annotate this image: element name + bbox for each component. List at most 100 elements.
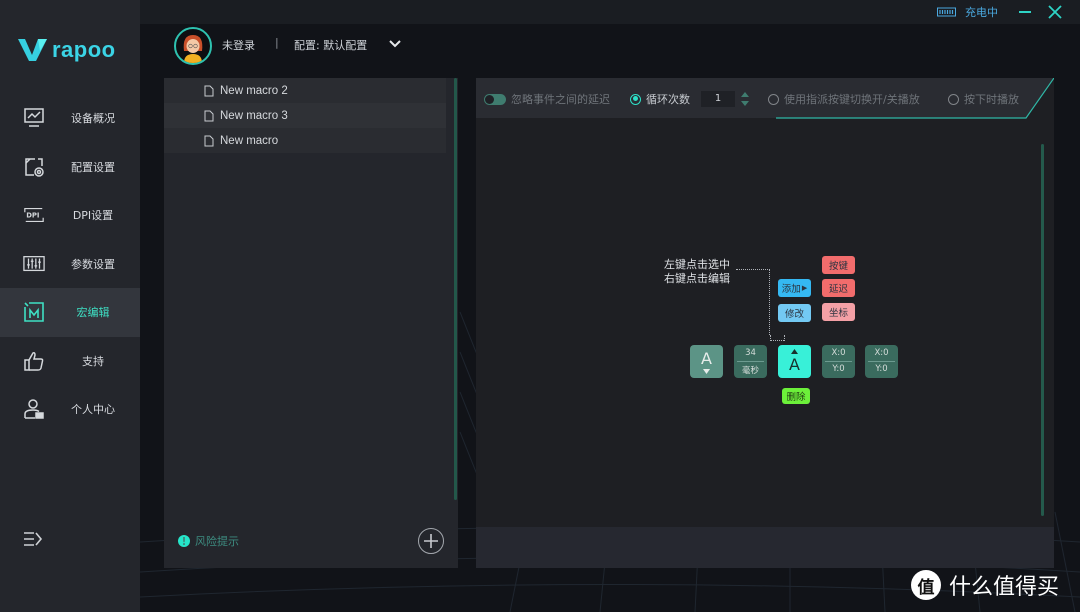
monitor-chart-icon bbox=[23, 107, 45, 129]
macro-name: New macro 2 bbox=[220, 84, 288, 97]
node-divider bbox=[868, 361, 895, 362]
node-divider bbox=[737, 361, 764, 362]
watermark-badge: 值 bbox=[911, 570, 941, 600]
macro-list-panel: New macro 2 New macro 3 New macro ! 风险提示 bbox=[164, 78, 458, 568]
arrow-down-icon bbox=[703, 369, 710, 374]
sidebar-item-label: 个人中心 bbox=[71, 403, 115, 417]
collapse-menu-button[interactable] bbox=[22, 530, 44, 548]
macro-node-coord[interactable]: X:0 Y:0 bbox=[865, 345, 898, 378]
header-separator: | bbox=[275, 36, 279, 49]
sidebar-item-support[interactable]: 支持 bbox=[0, 337, 140, 386]
sidebar-item-label: DPI设置 bbox=[72, 209, 114, 223]
caret-right-icon: ▶ bbox=[801, 284, 808, 292]
profile-dropdown-button[interactable] bbox=[387, 36, 403, 52]
close-button[interactable] bbox=[1046, 3, 1064, 21]
risk-warning-link[interactable]: ! 风险提示 bbox=[178, 533, 239, 549]
macro-node-coord[interactable]: X:0 Y:0 bbox=[822, 345, 855, 378]
risk-warning-label: 风险提示 bbox=[195, 535, 239, 548]
coord-x: X:0 bbox=[874, 348, 889, 358]
macro-list-item[interactable]: New macro bbox=[164, 128, 446, 153]
delete-button[interactable]: 删除 bbox=[782, 388, 810, 404]
sidebar-item-label: 宏编辑 bbox=[76, 306, 110, 320]
sidebar-item-device-overview[interactable]: 设备概况 bbox=[0, 94, 140, 143]
key-name: A bbox=[789, 355, 800, 374]
key-name: A bbox=[701, 349, 712, 368]
profile-selector-label[interactable]: 配置: 默认配置 bbox=[294, 37, 367, 53]
window-status: 充电中 bbox=[937, 3, 1064, 21]
plus-icon bbox=[424, 534, 438, 548]
sidebar-item-label: 支持 bbox=[82, 354, 104, 368]
sidebar-item-label: 配置设置 bbox=[71, 160, 115, 174]
login-status[interactable]: 未登录 bbox=[222, 37, 255, 53]
editor-hint: 左键点击选中 右键点击编辑 bbox=[664, 258, 730, 286]
sidebar-item-parameter-settings[interactable]: 参数设置 bbox=[0, 240, 140, 289]
avatar[interactable] bbox=[174, 27, 212, 65]
loop-count-option: 循环次数 1 bbox=[630, 91, 750, 107]
coord-label: 坐标 bbox=[828, 308, 848, 319]
sidebar: rapoo 设备概况 配置设置 DPI DPI设置 参数设置 宏编辑 支持 个人… bbox=[0, 0, 140, 612]
user-avatar-icon bbox=[183, 35, 203, 63]
hold-play-label: 按下时播放 bbox=[964, 93, 1019, 106]
brand-name: rapoo bbox=[52, 37, 116, 62]
loop-count-input[interactable]: 1 bbox=[701, 91, 735, 107]
macro-list: New macro 2 New macro 3 New macro bbox=[164, 78, 446, 153]
insert-delay-button[interactable]: 延迟 bbox=[822, 279, 855, 297]
sidebar-item-dpi-settings[interactable]: DPI DPI设置 bbox=[0, 191, 140, 240]
add-macro-button[interactable] bbox=[418, 528, 444, 554]
rapoo-logo: rapoo bbox=[18, 36, 116, 64]
delay-label: 延迟 bbox=[828, 284, 848, 295]
loop-count-label: 循环次数 bbox=[646, 93, 690, 106]
charging-status: 充电中 bbox=[965, 6, 998, 19]
minimize-button[interactable] bbox=[1016, 3, 1034, 21]
toggle-play-label: 使用指派按键切换开/关播放 bbox=[784, 93, 920, 106]
chevron-down-icon bbox=[389, 40, 401, 48]
coord-x: X:0 bbox=[831, 348, 846, 358]
minimize-icon bbox=[1019, 11, 1031, 13]
macro-node-key-up[interactable]: A bbox=[778, 345, 811, 378]
macro-list-scrollbar[interactable] bbox=[454, 78, 457, 500]
v-logo-icon bbox=[18, 39, 47, 61]
loop-count-radio[interactable] bbox=[630, 93, 641, 105]
menu-expand-icon bbox=[24, 532, 43, 546]
macro-node-key-down[interactable]: A bbox=[690, 345, 723, 378]
key-label: 按键 bbox=[828, 261, 848, 272]
toggle-play-radio[interactable] bbox=[768, 93, 779, 105]
sidebar-item-config-settings[interactable]: 配置设置 bbox=[0, 143, 140, 192]
macro-list-item[interactable]: New macro 2 bbox=[164, 78, 446, 103]
hint-connector bbox=[736, 269, 770, 335]
macro-editor-panel: 忽略事件之间的延迟 循环次数 1 使用指派按键切换开/关播放 按下时播放 左键点… bbox=[476, 78, 1054, 568]
macro-name: New macro bbox=[220, 134, 279, 147]
insert-coord-button[interactable]: 坐标 bbox=[822, 303, 855, 321]
document-icon bbox=[204, 135, 214, 146]
close-icon bbox=[1048, 5, 1062, 19]
sidebar-item-personal-center[interactable]: 个人中心 bbox=[0, 385, 140, 434]
ignore-delay-option: 忽略事件之间的延迟 bbox=[484, 91, 610, 107]
editor-scrollbar[interactable] bbox=[1041, 144, 1044, 516]
sidebar-item-macro-editor[interactable]: 宏编辑 bbox=[0, 288, 140, 337]
hint-left-click: 左键点击选中 bbox=[664, 258, 730, 271]
watermark-text: 什么值得买 bbox=[949, 575, 1060, 600]
title-bar: 充电中 bbox=[140, 0, 1080, 24]
hold-play-option: 按下时播放 bbox=[948, 91, 1019, 107]
modify-button[interactable]: 修改 bbox=[778, 304, 811, 322]
hold-play-radio[interactable] bbox=[948, 93, 959, 105]
macro-icon bbox=[23, 301, 45, 323]
delete-label: 删除 bbox=[786, 392, 806, 403]
dpi-icon: DPI bbox=[23, 204, 45, 226]
macro-node-delay[interactable]: 34 毫秒 bbox=[734, 345, 767, 378]
config-gear-icon bbox=[23, 156, 45, 178]
warning-icon: ! bbox=[178, 535, 190, 548]
macro-list-item[interactable]: New macro 3 bbox=[164, 103, 446, 128]
svg-text:DPI: DPI bbox=[26, 212, 39, 220]
watermark: 值 什么值得买 bbox=[911, 569, 1059, 601]
macro-name: New macro 3 bbox=[220, 109, 288, 122]
loop-count-stepper[interactable] bbox=[740, 91, 750, 107]
add-label: 添加 bbox=[781, 284, 801, 295]
add-button[interactable]: 添加 ▶ bbox=[778, 279, 811, 297]
sliders-icon bbox=[23, 253, 45, 275]
header: 未登录 | 配置: 默认配置 bbox=[140, 24, 1080, 72]
insert-key-button[interactable]: 按键 bbox=[822, 256, 855, 274]
editor-footer bbox=[476, 527, 1054, 568]
ignore-delay-toggle[interactable] bbox=[484, 93, 506, 105]
sidebar-item-label: 设备概况 bbox=[71, 112, 115, 126]
